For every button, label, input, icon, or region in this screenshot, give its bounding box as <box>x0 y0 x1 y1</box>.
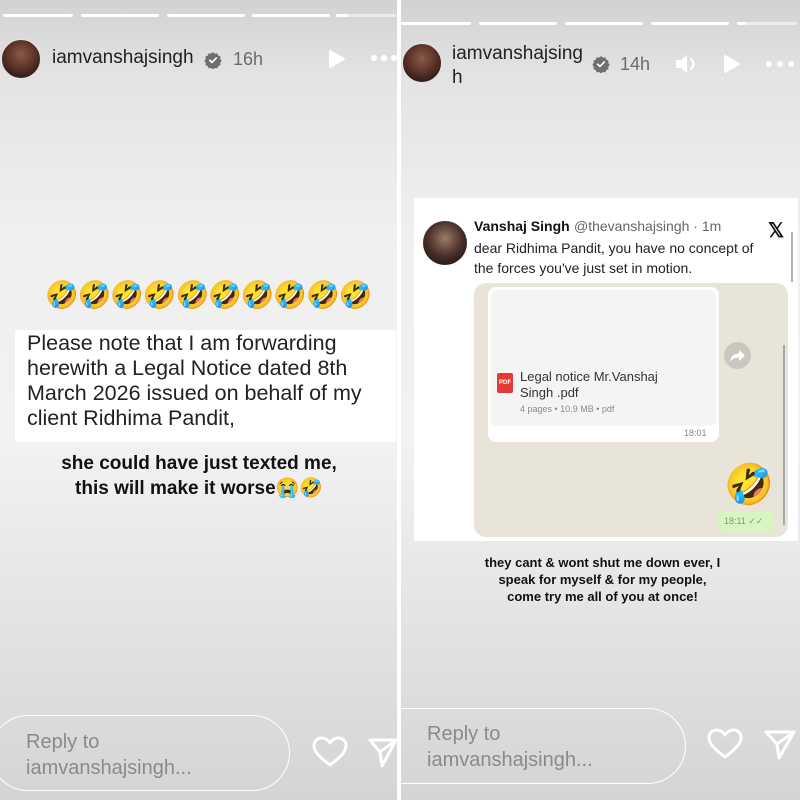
forward-icon <box>724 342 751 369</box>
tweet-text: dear Ridhima Pandit, you have no concept… <box>474 240 754 276</box>
progress-segment <box>479 22 557 25</box>
progress-segment <box>565 22 643 25</box>
reply-line: iamvanshajsingh... <box>427 749 593 771</box>
verified-badge-icon <box>204 52 222 69</box>
send-icon[interactable] <box>368 736 398 768</box>
tweet-avatar <box>423 221 467 265</box>
sent-time: 18:11 ✓✓ <box>724 516 764 526</box>
tweet-handle-time: @thevanshajsingh · 1m <box>574 218 722 234</box>
story-caption: they cant & wont shut me down ever, I sp… <box>430 554 775 605</box>
scrollbar <box>791 232 793 282</box>
story-caption: she could have just texted me, this will… <box>20 451 378 501</box>
reply-line: Reply to <box>26 731 100 753</box>
emoji-row: 🤣🤣🤣🤣🤣🤣🤣🤣🤣🤣 <box>45 280 372 310</box>
avatar[interactable] <box>401 42 443 84</box>
caption-line: she could have just texted me, <box>61 453 337 474</box>
message-time: 18:01 <box>684 428 707 438</box>
post-time: 14h <box>620 54 651 74</box>
username[interactable]: iamvanshajsingh <box>52 47 194 69</box>
document-title: Legal notice Mr.Vanshaj Singh .pdf <box>520 369 658 400</box>
progress-segment <box>81 14 159 17</box>
progress-segment <box>167 14 245 17</box>
more-options-icon[interactable] <box>370 52 398 64</box>
reply-line: Reply to <box>427 723 501 745</box>
username-line: h <box>452 67 463 88</box>
play-icon[interactable] <box>325 48 347 70</box>
speaker-icon[interactable] <box>674 52 700 76</box>
heart-icon[interactable] <box>707 728 743 760</box>
caption-line: they cant & wont shut me down ever, I <box>484 555 721 570</box>
progress-segment <box>737 22 797 25</box>
post-time: 16h <box>233 49 264 69</box>
legal-notice-text: Please note that I am forwarding herewit… <box>27 331 362 430</box>
reply-line: iamvanshajsingh... <box>26 757 192 779</box>
progress-segment <box>3 14 73 17</box>
reply-placeholder: Reply to iamvanshajsingh... <box>26 729 192 781</box>
verified-badge-icon <box>592 56 610 73</box>
progress-segment <box>336 14 396 17</box>
story-progress-bar <box>401 22 800 25</box>
tweet-author-name: Vanshaj Singh <box>474 218 570 234</box>
heart-icon[interactable] <box>312 736 348 768</box>
progress-segment <box>252 14 330 17</box>
progress-segment <box>651 22 729 25</box>
username[interactable]: iamvanshajsing h <box>452 42 583 90</box>
progress-segment <box>401 22 471 25</box>
play-icon[interactable] <box>720 53 742 75</box>
pdf-file-icon: PDF <box>497 373 513 393</box>
caption-line: speak for myself & for my people, <box>498 572 707 587</box>
laughing-emoji: 🤣 <box>724 463 774 507</box>
send-icon[interactable] <box>764 728 796 760</box>
avatar[interactable] <box>0 38 42 80</box>
document-meta: 4 pages • 10.9 MB • pdf <box>520 404 615 414</box>
scrollbar <box>783 345 785 525</box>
reply-placeholder: Reply to iamvanshajsingh... <box>427 721 593 773</box>
story-progress-bar <box>0 14 397 17</box>
username-line: iamvanshajsing <box>452 43 583 64</box>
caption-line: come try me all of you at once! <box>507 589 698 604</box>
more-options-icon[interactable] <box>765 58 795 70</box>
caption-line: this will make it worse😭🤣 <box>75 478 323 499</box>
